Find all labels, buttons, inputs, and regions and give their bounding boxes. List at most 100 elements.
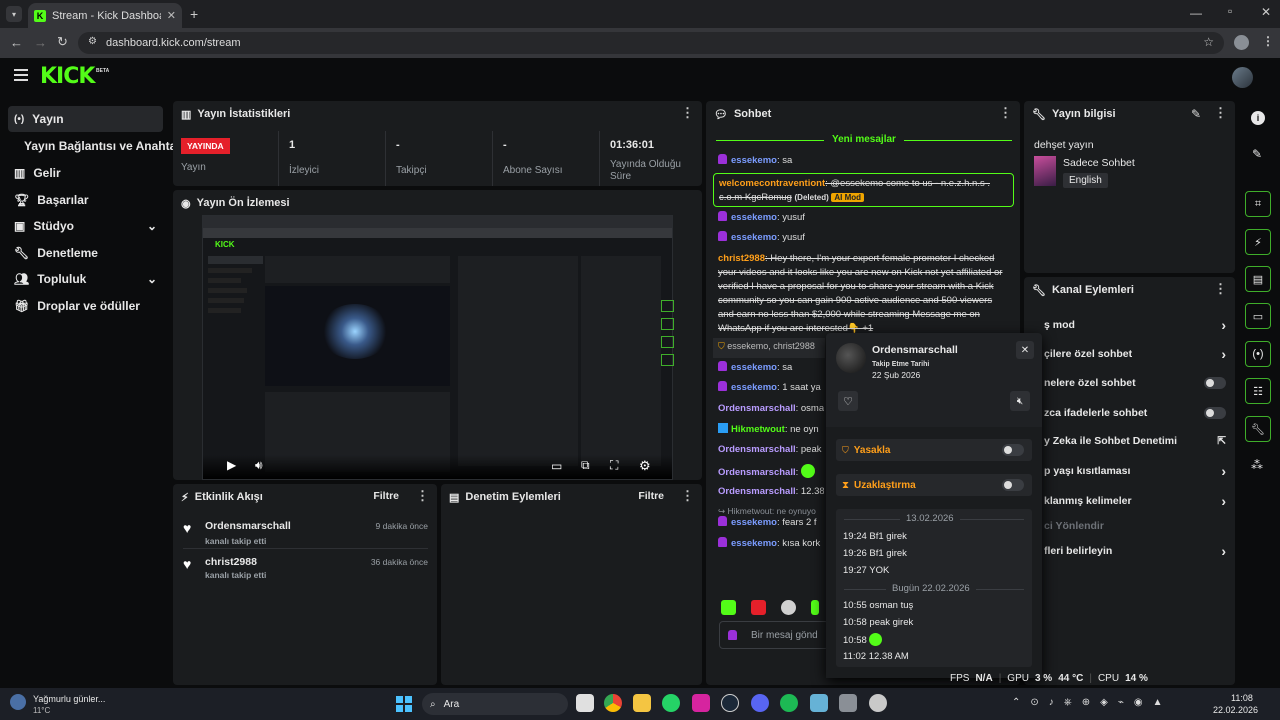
toggle-switch[interactable] — [1204, 377, 1226, 389]
channel-action-item[interactable]: nelere özel sohbet — [1034, 371, 1230, 395]
emote-icon[interactable] — [811, 600, 819, 615]
chat-username[interactable]: Hikmetwout — [731, 424, 785, 435]
emote-icon[interactable] — [751, 600, 766, 615]
toggle-switch[interactable] — [1002, 444, 1024, 456]
browser-menu-icon[interactable]: ⋮ — [1262, 34, 1274, 48]
settings-icon[interactable]: ⚙ — [639, 458, 651, 474]
filter-button[interactable]: Filtre — [373, 490, 399, 502]
whatsapp-icon[interactable] — [662, 694, 680, 712]
sidebar-item-drops[interactable]: 🎁︎ Droplar ve ödüller — [8, 293, 163, 319]
more-options-icon[interactable]: ⋮ — [681, 106, 694, 119]
sidebar-item-stream[interactable]: (•) Yayın — [8, 106, 163, 132]
sidebar-item-stream-key[interactable]: Yayın Bağlantısı ve Anahtarı — [18, 133, 184, 159]
tray-icons[interactable]: ⌃⊙♪⎈⊕◈⌁◉▲ — [1012, 697, 1172, 708]
sidebar-item-community[interactable]: 👥︎ Topluluk ⌄ — [8, 266, 163, 292]
chat-username[interactable]: essekemo — [731, 362, 777, 373]
edit-icon[interactable]: ✎ — [1191, 107, 1201, 121]
kick-logo[interactable]: KICK — [40, 64, 95, 89]
discord-icon[interactable] — [751, 694, 769, 712]
chat-username[interactable]: essekemo — [731, 155, 777, 166]
profile-avatar[interactable] — [1234, 35, 1249, 50]
sidebar-item-revenue[interactable]: ▥ Gelir — [8, 160, 163, 186]
toggle-switch[interactable] — [1002, 479, 1024, 491]
channel-action-item[interactable]: y Zeka ile Sohbet Denetimi ⇱ — [1034, 429, 1230, 453]
close-icon[interactable]: ✕ — [167, 9, 176, 22]
chat-username[interactable]: essekemo — [731, 212, 777, 223]
ban-row[interactable]: ⛉ Yasakla — [836, 439, 1032, 461]
mute-button[interactable]: 🔇︎ — [1010, 391, 1030, 411]
bookmark-star-icon[interactable]: ☆ — [1203, 35, 1214, 49]
chat-username[interactable]: essekemo — [731, 538, 777, 549]
more-options-icon[interactable]: ⋮ — [1214, 106, 1227, 119]
wrench-icon[interactable]: 🔧︎ — [1245, 416, 1271, 442]
chrome-icon[interactable] — [604, 694, 622, 712]
chat-username[interactable]: Ordensmarschall — [718, 444, 796, 455]
forward-icon[interactable]: → — [34, 35, 47, 50]
more-options-icon[interactable]: ⋮ — [999, 106, 1012, 119]
back-icon[interactable]: ← — [10, 35, 23, 50]
instagram-icon[interactable] — [692, 694, 710, 712]
browser-tab[interactable]: K Stream - Kick Dashboard ✕ — [28, 3, 182, 28]
activity-user[interactable]: christ2988 — [205, 556, 257, 568]
broadcast-icon[interactable]: (•) — [1245, 341, 1271, 367]
toggle-switch[interactable] — [1204, 407, 1226, 419]
close-button[interactable]: ✕ — [1016, 341, 1034, 359]
filter-button[interactable]: Filtre — [638, 490, 664, 502]
volume-icon[interactable]: 🔊︎ — [255, 458, 263, 473]
chat-username[interactable]: essekemo — [731, 232, 777, 243]
weather-icon[interactable] — [10, 694, 26, 710]
weather-text[interactable]: Yağmurlu günler... — [33, 694, 105, 704]
clock-time[interactable]: 11:08 — [1231, 693, 1253, 703]
chat-username[interactable]: welcomecontraventiont — [719, 178, 825, 189]
address-bar[interactable]: ⚙ dashboard.kick.com/stream ☆ — [78, 32, 1224, 54]
more-options-icon[interactable]: ⋮ — [416, 489, 429, 502]
chat-input[interactable]: Bir mesaj gönd — [719, 621, 829, 649]
lightning-icon[interactable]: ⚡︎ — [1245, 229, 1271, 255]
edit-icon[interactable]: ✎ — [1252, 147, 1262, 161]
user-card-icon[interactable]: ☷ — [1245, 378, 1271, 404]
more-options-icon[interactable]: ⋮ — [1214, 282, 1227, 295]
chat-username[interactable]: Ordensmarschall — [718, 486, 796, 497]
theater-mode-icon[interactable]: ▭ — [551, 459, 562, 473]
app-icon[interactable] — [810, 694, 828, 712]
chat-username[interactable]: Ordensmarschall — [718, 403, 796, 414]
minimize-icon[interactable]: — — [1190, 6, 1202, 20]
channel-action-item[interactable]: zca ifadelerle sohbet — [1034, 401, 1230, 425]
emote-icon[interactable] — [721, 600, 736, 615]
hamburger-menu-icon[interactable] — [14, 69, 28, 81]
channel-action-item[interactable]: fleri belirleyin › — [1034, 539, 1230, 563]
chat-username[interactable]: Ordensmarschall — [718, 467, 796, 478]
app-icon[interactable] — [869, 694, 887, 712]
timeout-row[interactable]: ⧗ Uzaklaştırma — [836, 474, 1032, 496]
chat-username[interactable]: christ2988 — [718, 253, 765, 264]
chat-icon[interactable]: ▭ — [1245, 303, 1271, 329]
steam-icon[interactable] — [721, 694, 739, 712]
close-window-icon[interactable]: ✕ — [1261, 5, 1271, 19]
new-tab-icon[interactable]: + — [190, 6, 198, 22]
more-options-icon[interactable]: ⋮ — [681, 489, 694, 502]
sidebar-item-studio[interactable]: ▣ Stüdyo ⌄ — [8, 213, 163, 239]
chat-username[interactable]: essekemo — [731, 382, 777, 393]
channel-action-item[interactable]: klanmış kelimeler › — [1034, 489, 1230, 513]
clock-date[interactable]: 22.02.2026 — [1213, 705, 1258, 715]
fullscreen-icon[interactable]: ⛶ — [610, 458, 618, 473]
chat-username[interactable]: essekemo — [731, 517, 777, 528]
apps-icon[interactable]: ⁂ — [1251, 458, 1263, 472]
popup-username[interactable]: Ordensmarschall — [872, 344, 958, 356]
follow-button[interactable]: ♡ — [838, 391, 858, 411]
windows-start-icon[interactable] — [396, 696, 412, 712]
clip-icon[interactable]: ⌗ — [1245, 191, 1271, 217]
emote-icon[interactable] — [781, 600, 796, 615]
collapsed-messages[interactable]: ⛉ essekemo, christ2988 — [713, 338, 825, 358]
sidebar-item-moderation[interactable]: 🔧︎ Denetleme — [8, 240, 163, 266]
activity-user[interactable]: Ordensmarschall — [205, 520, 291, 532]
maximize-icon[interactable]: ▫ — [1228, 4, 1232, 18]
spotify-icon[interactable] — [780, 694, 798, 712]
info-icon[interactable]: i — [1251, 111, 1265, 125]
user-avatar[interactable] — [1232, 67, 1253, 88]
sidebar-item-achievements[interactable]: 🏆︎ Başarılar — [8, 187, 163, 213]
category-name[interactable]: Sadece Sohbet — [1063, 157, 1135, 169]
picture-in-picture-icon[interactable]: ⧉ — [581, 458, 590, 473]
task-view-icon[interactable] — [576, 694, 594, 712]
play-icon[interactable]: ▶ — [227, 458, 236, 472]
